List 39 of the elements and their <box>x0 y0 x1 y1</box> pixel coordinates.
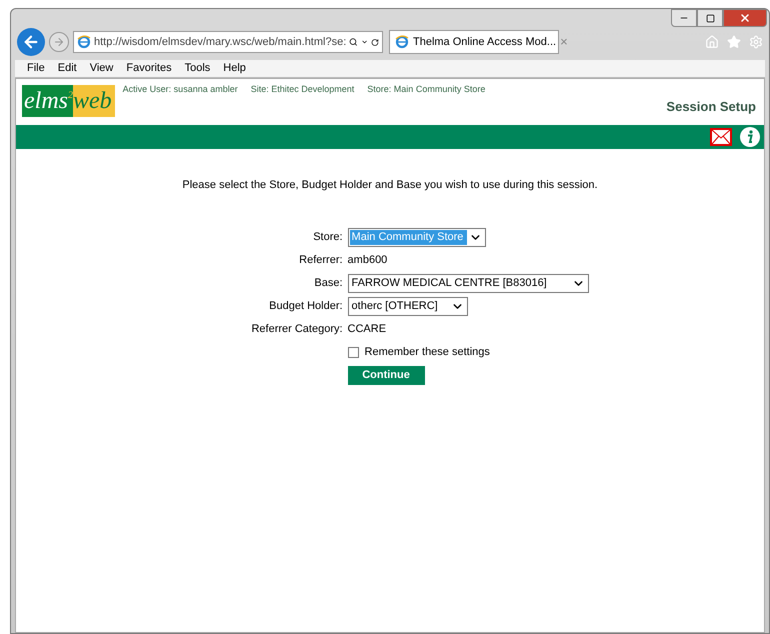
browser-logo-icon <box>395 35 409 49</box>
dropdown[interactable]: FARROW MEDICAL CENTRE [B83016] <box>348 274 589 292</box>
info-icon[interactable] <box>740 127 760 147</box>
forward-arrow-icon <box>53 36 65 48</box>
field-label: Referrer Category: <box>251 322 343 337</box>
refresh-icon[interactable] <box>371 36 379 48</box>
address-text: http://wisdom/elmsdev/mary.wsc/web/main.html?se: <box>94 34 346 50</box>
field-label: Store: <box>312 230 343 245</box>
menu-item[interactable]: Help <box>223 60 246 77</box>
status-text: Active User: susanna ambler <box>122 83 238 96</box>
menu-item[interactable]: Edit <box>58 60 77 77</box>
close-button[interactable] <box>723 9 767 27</box>
checkbox-label: Remember these settings <box>364 344 490 360</box>
search-icon[interactable] <box>349 36 358 48</box>
menu-item[interactable]: View <box>90 60 114 77</box>
status-text: Site: Ethitec Development <box>250 83 354 96</box>
dropdown[interactable]: otherc [OTHERC] <box>348 296 468 316</box>
mail-icon[interactable] <box>710 128 732 146</box>
checkbox[interactable] <box>348 346 359 358</box>
field-label: Budget Holder: <box>268 298 343 314</box>
instructions-text: Please select the Store, Budget Holder and Base you wish to use during this session. <box>182 178 598 193</box>
menu-item[interactable]: Tools <box>184 60 210 77</box>
browser-logo-icon <box>77 35 91 49</box>
menu-item[interactable]: Favorites <box>126 60 172 77</box>
back-button[interactable] <box>17 28 45 56</box>
maximize-icon <box>706 14 714 22</box>
field-value: amb600 <box>348 252 388 268</box>
close-icon <box>739 12 751 24</box>
maximize-button[interactable] <box>697 9 723 27</box>
continue-button[interactable]: Continue <box>348 366 425 384</box>
tab-title: Thelma Online Access Mod... <box>413 34 556 50</box>
status-text: Store: Main Community Store <box>367 83 486 96</box>
address-bar[interactable]: http://wisdom/elmsdev/mary.wsc/web/main.html?se: <box>73 31 383 53</box>
field-value: CCARE <box>348 322 386 337</box>
field-label: Referrer: <box>298 252 343 268</box>
field-label: Base: <box>313 276 343 291</box>
menu-item[interactable]: File <box>27 60 45 77</box>
page-title: Session Setup <box>666 98 756 116</box>
logo: elms$^{2}$web <box>22 85 115 117</box>
